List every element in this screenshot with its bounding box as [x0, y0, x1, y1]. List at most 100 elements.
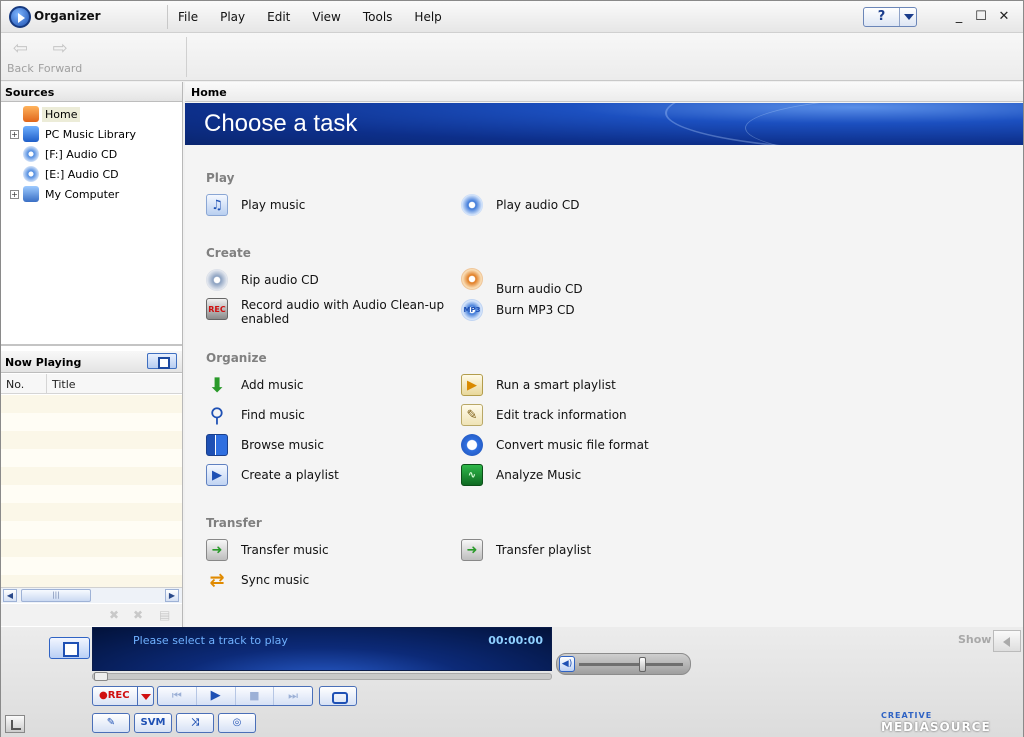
audio-cd-icon: [23, 166, 39, 182]
task-banner: Choose a task: [185, 103, 1023, 145]
play-icon[interactable]: ▶: [197, 687, 236, 705]
browse-icon: [206, 434, 228, 456]
help-icon: ?: [864, 8, 900, 26]
volume-thumb[interactable]: [639, 657, 647, 672]
task-convert-music-file-format[interactable]: ♪ Convert music file format: [461, 434, 649, 456]
task-run-smart-playlist[interactable]: ▶ Run a smart playlist: [461, 374, 616, 396]
sources-header: Sources: [1, 82, 182, 102]
show-button[interactable]: [993, 630, 1021, 652]
home-icon: [23, 106, 39, 122]
tree-item-label: [E:] Audio CD: [45, 167, 119, 181]
remove-icon[interactable]: ✖: [109, 608, 119, 622]
task-transfer-music[interactable]: ➜ Transfer music: [206, 539, 329, 561]
now-playing-view-button[interactable]: [147, 353, 177, 369]
next-icon[interactable]: ⏭: [274, 687, 312, 705]
record-options-button[interactable]: [137, 686, 154, 706]
tree-item-label: [F:] Audio CD: [45, 147, 118, 161]
task-add-music[interactable]: ⬇ Add music: [206, 373, 304, 397]
scroll-thumb[interactable]: |||: [21, 589, 91, 602]
volume-slider[interactable]: [579, 663, 683, 666]
menu-help[interactable]: Help: [414, 10, 441, 24]
task-edit-track-information[interactable]: ✎ Edit track information: [461, 404, 627, 426]
tree-item-pc-music-library[interactable]: + PC Music Library: [10, 125, 139, 143]
divider: [46, 374, 47, 394]
eax-button[interactable]: ✎: [92, 713, 130, 733]
scroll-left-icon[interactable]: ◀: [3, 589, 17, 602]
previous-icon[interactable]: ⏮: [158, 687, 197, 705]
volume-control: ◀): [556, 653, 691, 675]
task-label: Run a smart playlist: [496, 378, 616, 392]
column-header-no[interactable]: No.: [6, 378, 24, 391]
organizer-window: Organizer File Play Edit View Tools Help…: [0, 0, 1024, 737]
player-message: Please select a track to play: [133, 634, 288, 647]
now-playing-header: Now Playing: [1, 351, 182, 373]
audio-cd-icon: [23, 146, 39, 162]
expand-icon[interactable]: +: [10, 129, 19, 139]
play-cd-icon: [461, 194, 483, 216]
page-title: Choose a task: [204, 110, 358, 137]
burn-mp3-icon: MP3: [461, 299, 483, 321]
task-create-playlist[interactable]: ▶ Create a playlist: [206, 464, 339, 486]
stop-icon[interactable]: ■: [236, 687, 275, 705]
tree-item-home[interactable]: Home: [10, 105, 81, 123]
now-playing-list[interactable]: [1, 395, 182, 587]
help-button[interactable]: ?: [863, 7, 917, 27]
scroll-right-icon[interactable]: ▶: [165, 589, 179, 602]
menu-edit[interactable]: Edit: [267, 10, 290, 24]
brand-main: MEDIASOURCE: [881, 720, 991, 734]
player-bar: Please select a track to play 00:00:00 ◀…: [1, 627, 1023, 737]
task-label: Burn audio CD: [496, 282, 583, 296]
task-transfer-playlist[interactable]: ➜ Transfer playlist: [461, 539, 591, 561]
section-title-create: Create: [206, 246, 251, 260]
section-title-play: Play: [206, 171, 235, 185]
music-library-icon: [23, 126, 39, 142]
navigation-toolbar: ⇦ Back ⇨ Forward: [1, 33, 1023, 81]
task-play-audio-cd[interactable]: Play audio CD: [461, 194, 580, 216]
maximize-button[interactable]: ☐: [973, 9, 989, 25]
create-playlist-icon: ▶: [206, 464, 228, 486]
mini-mode-button[interactable]: [49, 637, 90, 659]
back-button[interactable]: ⇦ Back: [7, 39, 34, 76]
task-burn-audio-cd[interactable]: Burn audio CD: [461, 268, 583, 296]
menu-file[interactable]: File: [178, 10, 198, 24]
task-rip-audio-cd[interactable]: Rip audio CD: [206, 269, 319, 291]
task-analyze-music[interactable]: ∿ Analyze Music: [461, 464, 581, 486]
svm-button[interactable]: SVM: [134, 713, 172, 733]
app-logo-icon: [9, 6, 31, 28]
forward-button[interactable]: ⇨ Forward: [38, 39, 82, 76]
sync-icon: ⇄: [209, 569, 225, 591]
task-record-audio[interactable]: REC Record audio with Audio Clean-up ena…: [206, 298, 446, 326]
seek-thumb[interactable]: [94, 672, 108, 681]
column-header-title[interactable]: Title: [52, 378, 76, 391]
clear-icon[interactable]: ✖: [133, 608, 143, 622]
now-playing-columns: No. Title: [1, 374, 182, 394]
tree-item-e-audio-cd[interactable]: [E:] Audio CD: [10, 165, 122, 183]
task-sync-music[interactable]: ⇄ Sync music: [206, 569, 309, 591]
save-list-icon[interactable]: ▤: [159, 608, 170, 622]
menu-play[interactable]: Play: [220, 10, 245, 24]
menu-tools[interactable]: Tools: [363, 10, 393, 24]
task-label: Record audio with Audio Clean-up enabled: [241, 298, 445, 326]
now-playing-title: Now Playing: [5, 356, 82, 369]
resize-icon[interactable]: [5, 715, 25, 733]
expand-icon[interactable]: +: [10, 189, 19, 199]
task-browse-music[interactable]: Browse music: [206, 434, 324, 456]
task-burn-mp3-cd[interactable]: MP3 Burn MP3 CD: [461, 299, 575, 321]
shuffle-icon[interactable]: ⤨: [176, 713, 214, 733]
menu-view[interactable]: View: [312, 10, 340, 24]
app-title: Organizer: [34, 9, 101, 23]
tree-item-my-computer[interactable]: + My Computer: [10, 185, 122, 203]
tree-item-f-audio-cd[interactable]: [F:] Audio CD: [10, 145, 120, 163]
chevron-down-icon[interactable]: [904, 14, 914, 20]
task-label: Play music: [241, 198, 306, 212]
rip-cd-icon: [206, 269, 228, 291]
close-button[interactable]: ✕: [996, 9, 1012, 25]
minimize-button[interactable]: _: [951, 9, 967, 25]
task-play-music[interactable]: ♫ Play music: [206, 194, 305, 216]
task-find-music[interactable]: ⚲ Find music: [206, 403, 305, 427]
seek-bar[interactable]: [92, 672, 552, 681]
now-playing-scrollbar[interactable]: ◀ ||| ▶: [1, 587, 182, 603]
cd-eject-icon[interactable]: ◎: [218, 713, 256, 733]
volume-icon[interactable]: ◀): [559, 656, 575, 672]
repeat-button[interactable]: [319, 686, 357, 706]
